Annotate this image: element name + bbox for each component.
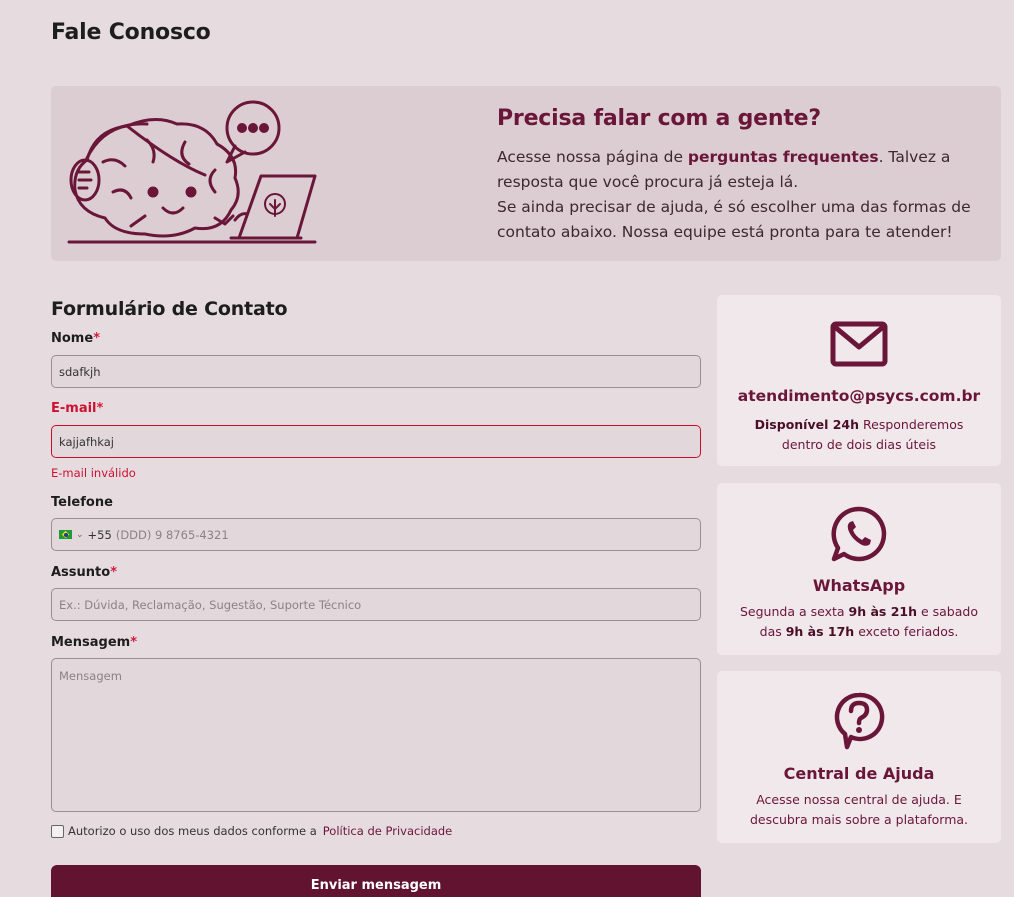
telefone-input[interactable]: ⌄ +55 (DDD) 9 8765-4321 — [51, 518, 701, 551]
help-center-card[interactable]: Central de Ajuda Acesse nossa central de… — [717, 671, 1001, 843]
assunto-label-text: Assunto — [51, 565, 111, 580]
nome-value: sdafkjh — [59, 364, 101, 379]
required-mark: * — [93, 331, 100, 346]
banner-heading: Precisa falar com a gente? — [497, 106, 821, 131]
required-mark: * — [96, 401, 104, 416]
page-title: Fale Conosco — [51, 20, 211, 45]
nome-label: Nome* — [51, 331, 100, 346]
whatsapp-card-description: Segunda a sexta 9h às 21h e sabado das 9… — [735, 602, 983, 642]
required-mark: * — [130, 635, 137, 650]
whatsapp-icon — [831, 506, 887, 562]
banner-text-c: Se ainda precisar de ajuda, é só escolhe… — [497, 198, 971, 241]
brazil-flag-icon[interactable] — [59, 530, 72, 539]
email-input[interactable]: kajjafhkaj — [51, 425, 701, 458]
email-value: kajjafhkaj — [59, 434, 114, 449]
email-label: E-mail* — [51, 401, 103, 416]
faq-link[interactable]: perguntas frequentes — [688, 148, 879, 166]
telefone-label-text: Telefone — [51, 495, 113, 510]
telefone-label: Telefone — [51, 495, 113, 510]
form-title: Formulário de Contato — [51, 298, 288, 320]
nome-label-text: Nome — [51, 331, 94, 346]
wa-desc-e: exceto feriados. — [854, 624, 959, 639]
banner-text-a: Acesse nossa página de — [497, 148, 688, 166]
email-label-text: E-mail — [51, 401, 97, 416]
email-contact-card[interactable]: atendimento@psycs.com.br Disponível 24h … — [717, 295, 1001, 466]
mensagem-textarea[interactable]: Mensagem — [51, 658, 701, 812]
chevron-down-icon[interactable]: ⌄ — [76, 530, 84, 540]
assunto-label: Assunto* — [51, 565, 117, 580]
help-banner: Precisa falar com a gente? Acesse nossa … — [51, 86, 1001, 261]
email-address[interactable]: atendimento@psycs.com.br — [717, 387, 1001, 405]
help-center-title: Central de Ajuda — [783, 764, 935, 783]
help-bubble-icon — [834, 692, 885, 750]
nome-input[interactable]: sdafkjh — [51, 355, 701, 388]
whatsapp-contact-card[interactable]: WhatsApp Segunda a sexta 9h às 21h e sab… — [717, 483, 1001, 655]
dial-code: +55 — [87, 527, 112, 542]
assunto-placeholder: Ex.: Dúvida, Reclamação, Sugestão, Supor… — [59, 597, 362, 612]
privacy-consent: Autorizo o uso dos meus dados conforme a… — [51, 824, 452, 838]
mensagem-label-text: Mensagem — [51, 635, 131, 650]
availability-bold: Disponível 24h — [754, 417, 860, 432]
consent-text: Autorizo o uso dos meus dados conforme a — [68, 824, 317, 838]
email-error-message: E-mail inválido — [51, 466, 136, 480]
email-card-description: Disponível 24h Responderemos dentro de d… — [735, 415, 983, 455]
wa-desc-a: Segunda a sexta — [739, 604, 849, 619]
mensagem-label: Mensagem* — [51, 635, 137, 650]
mensagem-placeholder: Mensagem — [59, 669, 122, 683]
help-center-description: Acesse nossa central de ajuda. E descubr… — [749, 792, 969, 827]
whatsapp-title: WhatsApp — [812, 576, 906, 595]
required-mark: * — [110, 565, 118, 580]
privacy-policy-link[interactable]: Política de Privacidade — [323, 824, 452, 838]
wa-weekday-hours: 9h às 21h — [848, 604, 917, 619]
assunto-input[interactable]: Ex.: Dúvida, Reclamação, Sugestão, Supor… — [51, 588, 701, 621]
send-message-button[interactable]: Enviar mensagem — [51, 865, 701, 897]
brain-support-illustration — [67, 100, 317, 244]
banner-description: Acesse nossa página de perguntas frequen… — [497, 145, 997, 245]
consent-checkbox[interactable] — [51, 824, 64, 838]
telefone-placeholder: (DDD) 9 8765-4321 — [115, 527, 229, 542]
wa-saturday-hours: 9h às 17h — [785, 624, 855, 639]
envelope-icon — [830, 321, 888, 367]
